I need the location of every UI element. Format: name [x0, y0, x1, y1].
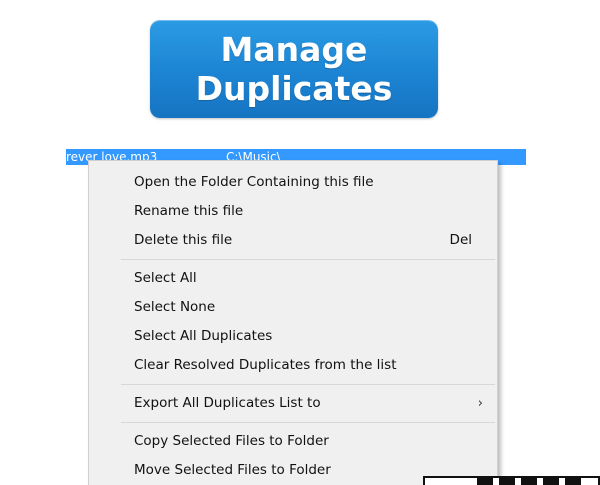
cropped-lettering	[477, 478, 597, 485]
screenshot-canvas: Manage Duplicates rever love.mp3 C:\Musi…	[0, 0, 600, 485]
context-menu: Open the Folder Containing this file Ren…	[88, 160, 498, 485]
menu-item-label: Delete this file	[134, 232, 233, 248]
menu-item-select-all-duplicates[interactable]: Select All Duplicates	[89, 322, 497, 351]
menu-item-label: Open the Folder Containing this file	[134, 174, 374, 190]
delete-shortcut: Del	[449, 232, 472, 248]
menu-separator	[121, 259, 495, 260]
menu-item-label: Select None	[134, 299, 216, 315]
menu-padding	[89, 161, 497, 168]
cropped-logo-fragment	[423, 476, 600, 485]
glyph-fragment	[565, 478, 581, 485]
menu-item-select-all[interactable]: Select All	[89, 264, 497, 293]
menu-item-clear-resolved[interactable]: Clear Resolved Duplicates from the list	[89, 351, 497, 380]
glyph-fragment	[543, 478, 559, 485]
manage-duplicates-banner: Manage Duplicates	[150, 20, 438, 118]
menu-separator	[121, 384, 495, 385]
menu-item-open-folder[interactable]: Open the Folder Containing this file	[89, 168, 497, 197]
menu-item-export-list[interactable]: Export All Duplicates List to ›	[89, 389, 497, 418]
banner-title: Manage Duplicates	[195, 30, 393, 108]
glyph-fragment	[521, 478, 537, 485]
menu-item-label: Select All	[134, 270, 197, 286]
menu-item-label: Clear Resolved Duplicates from the list	[134, 357, 397, 373]
menu-item-label: Copy Selected Files to Folder	[134, 433, 329, 449]
menu-separator	[121, 422, 495, 423]
menu-item-label: Export All Duplicates List to	[134, 395, 321, 411]
menu-item-rename-file[interactable]: Rename this file	[89, 197, 497, 226]
chevron-right-icon: ›	[477, 396, 483, 411]
menu-item-label: Rename this file	[134, 203, 244, 219]
menu-item-select-none[interactable]: Select None	[89, 293, 497, 322]
menu-item-delete-file[interactable]: Delete this file Del	[89, 226, 497, 255]
glyph-fragment	[477, 478, 493, 485]
menu-item-label: Select All Duplicates	[134, 328, 273, 344]
glyph-fragment	[499, 478, 515, 485]
menu-item-label: Move Selected Files to Folder	[134, 462, 331, 478]
menu-item-copy-selected[interactable]: Copy Selected Files to Folder	[89, 427, 497, 456]
